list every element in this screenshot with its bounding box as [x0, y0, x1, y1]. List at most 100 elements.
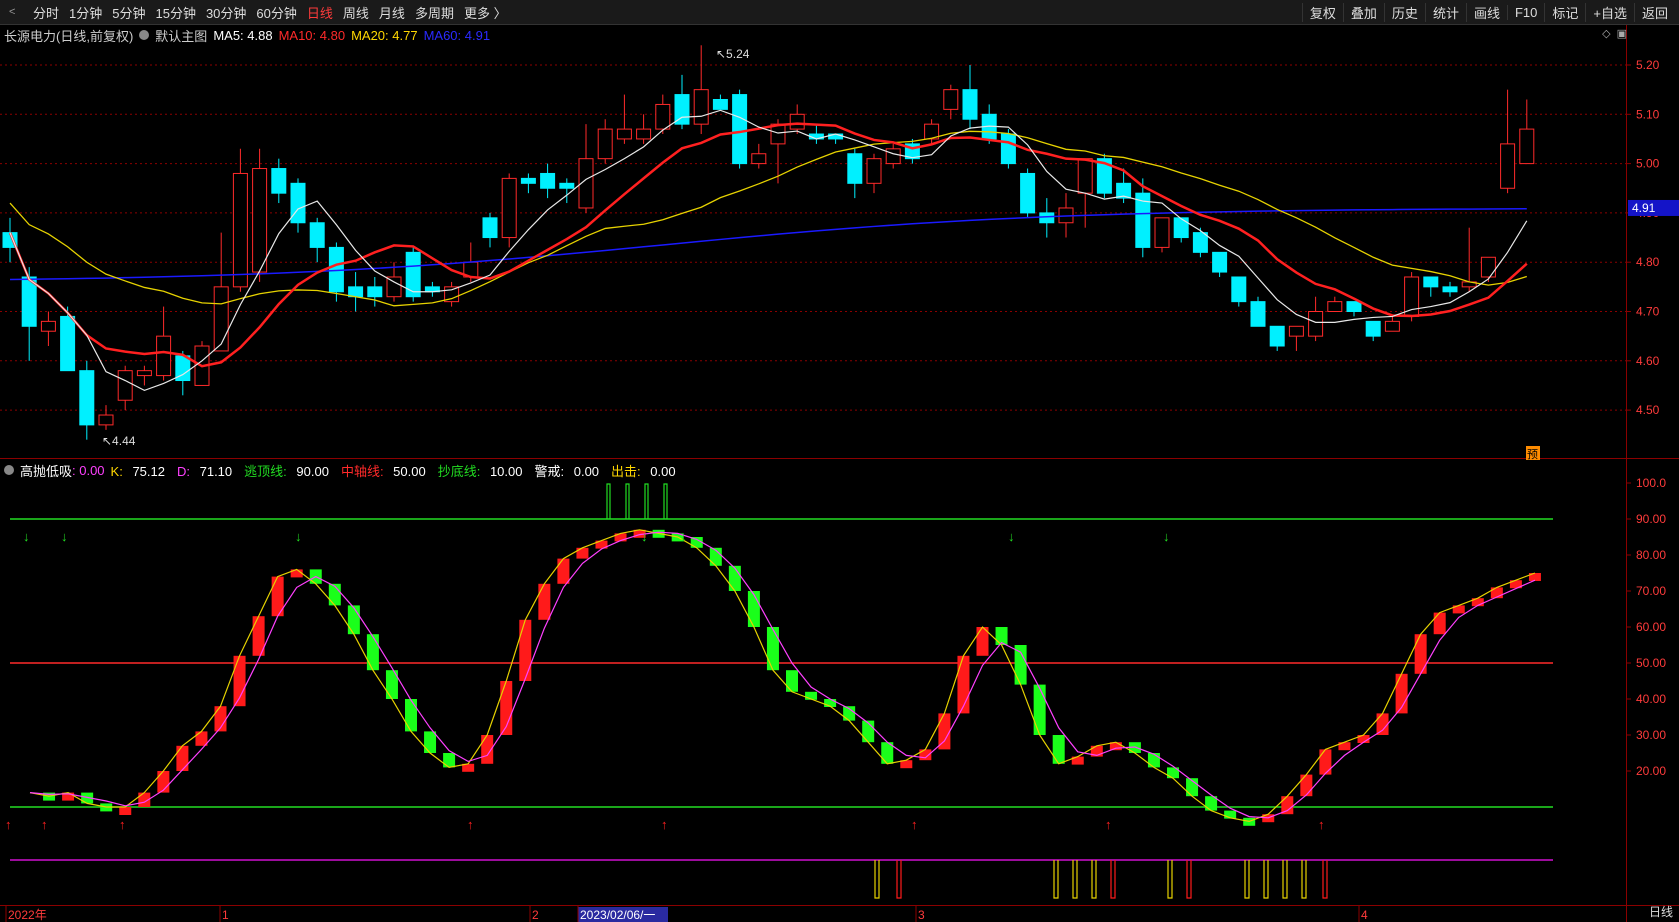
period-tab-9[interactable]: 多周期 [410, 3, 459, 22]
period-tab-2[interactable]: 5分钟 [107, 3, 150, 22]
candle-body [1173, 217, 1189, 239]
period-tab-6[interactable]: 日线 [302, 3, 338, 22]
top-signal-spike [625, 483, 630, 519]
kd-bar [1014, 645, 1027, 685]
ma-values: MA5: 4.88 MA10: 4.80 MA20: 4.77 MA60: 4.91 [213, 28, 496, 43]
axis-divider [1626, 24, 1627, 922]
candle-body [213, 286, 229, 352]
candle-body [271, 168, 287, 194]
bottom-signal-spike [1263, 860, 1269, 899]
candle-body [674, 94, 690, 125]
sub-tick-label: 60.00 [1636, 620, 1666, 634]
kd-bar [347, 605, 360, 635]
candle-body [732, 94, 748, 165]
last-price-tag: 4.91 [1632, 201, 1656, 215]
toolbar-button-6[interactable]: 标记 [1544, 2, 1585, 22]
candle-body [386, 276, 402, 298]
back-arrow-icon[interactable]: < [4, 6, 28, 18]
high-price-marker: ↖5.24 [716, 47, 750, 61]
candle-body [520, 177, 536, 184]
top-signal-spike [663, 483, 668, 519]
candle-body [1020, 172, 1036, 214]
period-tab-8[interactable]: 月线 [374, 3, 410, 22]
period-tab-0[interactable]: 分时 [28, 3, 64, 22]
indicator-name-value: : 0.00 [72, 462, 105, 478]
indicator-selector-icon[interactable] [4, 465, 14, 475]
toolbar-button-8[interactable]: 返回 [1633, 2, 1675, 22]
price-tick-label: 4.70 [1636, 305, 1660, 319]
kd-bar [424, 731, 437, 753]
toolbar-button-4[interactable]: 画线 [1465, 2, 1507, 22]
sell-arrow-icon: ↓ [1163, 529, 1170, 544]
candle-body [1346, 301, 1362, 313]
adjust-mode[interactable]: (日线,前复权) [56, 26, 133, 45]
candle-body [1500, 143, 1516, 189]
candle-body [616, 128, 632, 140]
period-tab-5[interactable]: 60分钟 [251, 3, 301, 22]
kd-bar [1300, 774, 1313, 797]
ma-value-1: MA10: 4.80 [278, 27, 346, 43]
toolbar-button-2[interactable]: 历史 [1383, 2, 1425, 22]
window-icon[interactable]: ▣ [1617, 27, 1627, 40]
toolbar-button-3[interactable]: 统计 [1424, 2, 1466, 22]
period-label: 日线 [1648, 905, 1673, 919]
toolbar-right-actions: 复权 叠加 历史 统计 画线 F10 标记 +自选 返回 [1301, 0, 1675, 24]
template-selector-icon[interactable] [139, 30, 150, 40]
indicator-value-6: 出击: 0.00 [611, 463, 676, 479]
diamond-icon[interactable]: ◇ [1602, 27, 1610, 40]
forecast-mark: 预 [1527, 448, 1538, 461]
period-tab-10[interactable]: 更多 〉 [459, 3, 512, 22]
toolbar-button-7[interactable]: +自选 [1585, 2, 1634, 22]
toolbar-button-0[interactable]: 复权 [1301, 2, 1343, 22]
kd-bar [519, 619, 532, 681]
bottom-signal-spike [1244, 860, 1250, 899]
candle-body [117, 370, 133, 401]
candle-body [962, 89, 978, 120]
kd-bar [195, 731, 208, 746]
price-tick-label: 4.60 [1636, 354, 1660, 368]
period-tab-3[interactable]: 15分钟 [150, 3, 200, 22]
template-name[interactable]: 默认主图 [155, 26, 207, 45]
sub-tick-label: 20.00 [1636, 764, 1666, 778]
sub-tick-label: 100.0 [1636, 476, 1666, 490]
toolbar-button-5[interactable]: F10 [1506, 4, 1544, 20]
candle-body [98, 414, 114, 426]
bottom-signal-spike [896, 860, 902, 899]
price-tick-label: 5.20 [1636, 58, 1660, 72]
toolbar-button-1[interactable]: 叠加 [1342, 2, 1384, 22]
main-chart-corner-icons: ◇ ▣ [1602, 27, 1627, 40]
candle-body [1327, 301, 1343, 313]
bottom-signal-spike [1053, 860, 1059, 899]
candle-body [79, 370, 95, 426]
candle-body [1404, 276, 1420, 317]
candle-body [309, 222, 325, 248]
period-tab-1[interactable]: 1分钟 [64, 3, 107, 22]
candle-body [1000, 133, 1016, 165]
sub-tick-label: 40.00 [1636, 692, 1666, 706]
period-tab-7[interactable]: 周线 [338, 3, 374, 22]
sub-tick-label: 30.00 [1636, 728, 1666, 742]
kd-bar [786, 670, 798, 692]
bottom-signal-spike [874, 860, 880, 899]
sell-arrow-icon: ↓ [61, 529, 68, 544]
kd-bar [405, 699, 417, 732]
period-tab-4[interactable]: 30分钟 [201, 3, 251, 22]
sub-tick-label: 80.00 [1636, 548, 1666, 562]
candle-body [252, 168, 268, 273]
candle-body [789, 113, 805, 130]
indicator-name[interactable]: 高抛低吸 [20, 461, 72, 480]
candle-body [885, 148, 901, 165]
period-toolbar: < 分时 1分钟 5分钟 15分钟 30分钟 60分钟 日线 周线 月线 多周期 更多 〉 复权 叠加… [0, 0, 1679, 25]
sub-tick-label: 50.00 [1636, 656, 1666, 670]
indicator-value-5: 警戒: 0.00 [534, 463, 600, 479]
kd-bar [1052, 735, 1065, 764]
sell-arrow-icon: ↓ [680, 529, 687, 544]
stock-name[interactable]: 长源电力 [4, 26, 56, 45]
indicator-value-4: 抄底线: 10.00 [437, 463, 523, 479]
price-tick-label: 4.80 [1636, 255, 1660, 269]
candle-body [290, 182, 306, 224]
price-tick-label: 4.50 [1636, 403, 1660, 417]
indicator-value-0: K: 75.12 [110, 463, 165, 479]
time-axis-label: 4 [1361, 908, 1368, 922]
buy-arrow-icon: ↑ [119, 817, 126, 832]
